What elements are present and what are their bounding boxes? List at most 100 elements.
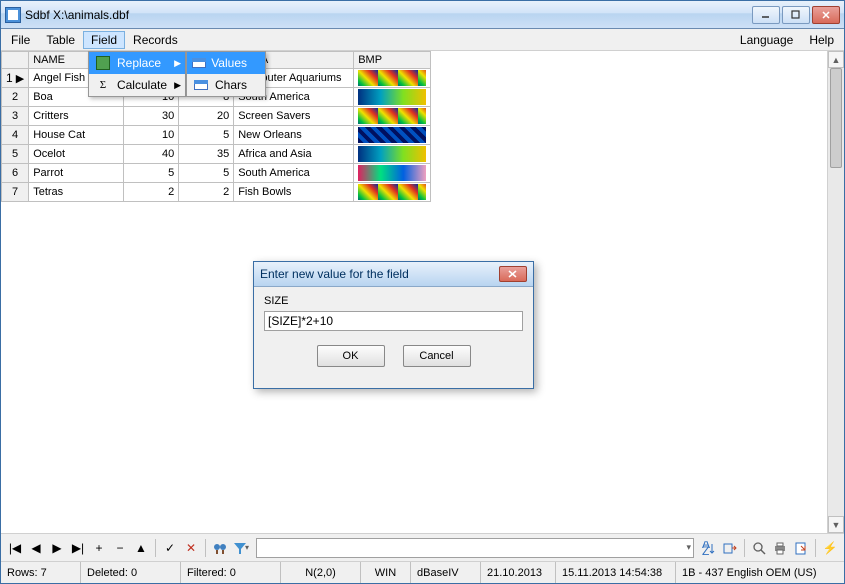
ok-button[interactable]: OK bbox=[317, 345, 385, 367]
bmp-thumbnail bbox=[358, 165, 426, 181]
scroll-down-button[interactable]: ▼ bbox=[828, 516, 844, 533]
dialog-close-button[interactable] bbox=[499, 266, 527, 282]
bmp-thumbnail bbox=[358, 70, 426, 86]
app-icon bbox=[5, 7, 21, 23]
dialog-titlebar: Enter new value for the field bbox=[254, 262, 533, 287]
print-button[interactable] bbox=[770, 538, 790, 558]
submenu-arrow-icon: ▶ bbox=[174, 58, 181, 69]
sort-asc-button[interactable]: AZ bbox=[699, 538, 719, 558]
vertical-scrollbar[interactable]: ▲ ▼ bbox=[827, 51, 844, 533]
chevron-down-icon: ▾ bbox=[686, 542, 691, 553]
separator bbox=[744, 539, 745, 557]
menu-table[interactable]: Table bbox=[38, 31, 83, 49]
close-icon bbox=[821, 10, 831, 20]
lightning-icon: ⚡ bbox=[823, 541, 838, 555]
scroll-up-button[interactable]: ▲ bbox=[828, 51, 844, 68]
status-format: dBaseIV bbox=[411, 562, 481, 583]
status-datetime: 15.11.2013 14:54:38 bbox=[556, 562, 676, 583]
chars-icon bbox=[191, 77, 211, 93]
nav-prev-button[interactable]: ◀ bbox=[26, 538, 46, 558]
edit-record-button[interactable]: ▲ bbox=[131, 538, 151, 558]
app-window: Sdbf X:\animals.dbf File Table Field Rec… bbox=[0, 0, 845, 584]
cancel-button[interactable]: Cancel bbox=[403, 345, 471, 367]
value-dialog: Enter new value for the field SIZE OK Ca… bbox=[253, 261, 534, 389]
minimize-icon bbox=[761, 10, 771, 20]
menu-item-calculate[interactable]: Σ Calculate ▶ bbox=[89, 74, 185, 96]
dialog-value-input[interactable] bbox=[264, 311, 523, 331]
magnifier-icon bbox=[752, 541, 766, 555]
chevron-down-icon: ▾ bbox=[245, 543, 249, 552]
revert-button[interactable]: ✕ bbox=[181, 538, 201, 558]
execute-button[interactable]: ⚡ bbox=[820, 538, 840, 558]
status-filtered: Filtered: 0 bbox=[181, 562, 281, 583]
printer-icon bbox=[773, 541, 787, 555]
titlebar: Sdbf X:\animals.dbf bbox=[1, 1, 844, 29]
client-area: NAME SIZE WEIGHT AREA BMP 1 ▶ Angel Fish… bbox=[1, 51, 844, 533]
scroll-thumb[interactable] bbox=[830, 68, 842, 168]
grid-corner bbox=[2, 52, 29, 69]
nav-toolbar: |◀ ◀ ▶ ▶| + − ▲ ✓ ✕ ▾ ▾ AZ bbox=[1, 533, 844, 561]
table-row[interactable]: 7 Tetras 2 2 Fish Bowls bbox=[2, 183, 431, 202]
table-row[interactable]: 3 Critters 30 20 Screen Savers bbox=[2, 107, 431, 126]
sort-asc-icon: AZ bbox=[702, 541, 716, 555]
values-icon bbox=[191, 55, 207, 71]
replace-submenu: Values Chars bbox=[186, 51, 266, 97]
separator bbox=[815, 539, 816, 557]
menubar: File Table Field Records Language Help bbox=[1, 29, 844, 51]
nav-next-button[interactable]: ▶ bbox=[47, 538, 67, 558]
svg-text:Z: Z bbox=[702, 544, 709, 555]
bmp-thumbnail bbox=[358, 108, 426, 124]
status-codepage: 1B - 437 English OEM (US) bbox=[676, 562, 844, 583]
nav-first-button[interactable]: |◀ bbox=[5, 538, 25, 558]
binoculars-icon bbox=[213, 541, 227, 555]
commit-button[interactable]: ✓ bbox=[160, 538, 180, 558]
export-icon bbox=[794, 541, 808, 555]
menu-item-values[interactable]: Values bbox=[187, 52, 265, 74]
dialog-field-label: SIZE bbox=[264, 295, 523, 307]
goto-icon bbox=[723, 541, 737, 555]
replace-icon bbox=[93, 55, 113, 71]
table-row[interactable]: 6 Parrot 5 5 South America bbox=[2, 164, 431, 183]
bmp-thumbnail bbox=[358, 127, 426, 143]
col-bmp[interactable]: BMP bbox=[354, 52, 431, 69]
find-button[interactable] bbox=[210, 538, 230, 558]
dialog-title: Enter new value for the field bbox=[260, 267, 499, 281]
sigma-icon: Σ bbox=[93, 77, 113, 93]
separator bbox=[155, 539, 156, 557]
nav-last-button[interactable]: ▶| bbox=[68, 538, 88, 558]
filter-button[interactable]: ▾ bbox=[231, 538, 251, 558]
close-button[interactable] bbox=[812, 6, 840, 24]
menu-file[interactable]: File bbox=[3, 31, 38, 49]
menu-item-chars[interactable]: Chars bbox=[187, 74, 265, 96]
menu-item-replace[interactable]: Replace ▶ bbox=[89, 52, 185, 74]
goto-button[interactable] bbox=[720, 538, 740, 558]
submenu-arrow-icon: ▶ bbox=[174, 80, 181, 91]
menu-records[interactable]: Records bbox=[125, 31, 186, 49]
menu-help[interactable]: Help bbox=[801, 31, 842, 49]
export-button[interactable] bbox=[791, 538, 811, 558]
bmp-thumbnail bbox=[358, 89, 426, 105]
menu-language[interactable]: Language bbox=[732, 31, 801, 49]
add-record-button[interactable]: + bbox=[89, 538, 109, 558]
status-fieldtype: N(2,0) bbox=[281, 562, 361, 583]
view-button[interactable] bbox=[749, 538, 769, 558]
maximize-icon bbox=[791, 10, 801, 20]
minimize-button[interactable] bbox=[752, 6, 780, 24]
table-row[interactable]: 4 House Cat 10 5 New Orleans bbox=[2, 126, 431, 145]
table-row[interactable]: 5 Ocelot 40 35 Africa and Asia bbox=[2, 145, 431, 164]
status-date: 21.10.2013 bbox=[481, 562, 556, 583]
row-indicator: 1 ▶ bbox=[2, 69, 29, 88]
status-os: WIN bbox=[361, 562, 411, 583]
field-dropdown: Replace ▶ Σ Calculate ▶ bbox=[88, 51, 186, 97]
statusbar: Rows: 7 Deleted: 0 Filtered: 0 N(2,0) WI… bbox=[1, 561, 844, 583]
filter-combo[interactable]: ▾ bbox=[256, 538, 694, 558]
maximize-button[interactable] bbox=[782, 6, 810, 24]
separator bbox=[205, 539, 206, 557]
status-rows: Rows: 7 bbox=[1, 562, 81, 583]
delete-record-button[interactable]: − bbox=[110, 538, 130, 558]
close-icon bbox=[508, 270, 518, 278]
bmp-thumbnail bbox=[358, 146, 426, 162]
status-deleted: Deleted: 0 bbox=[81, 562, 181, 583]
scroll-track[interactable] bbox=[828, 68, 844, 516]
menu-field[interactable]: Field bbox=[83, 31, 125, 49]
